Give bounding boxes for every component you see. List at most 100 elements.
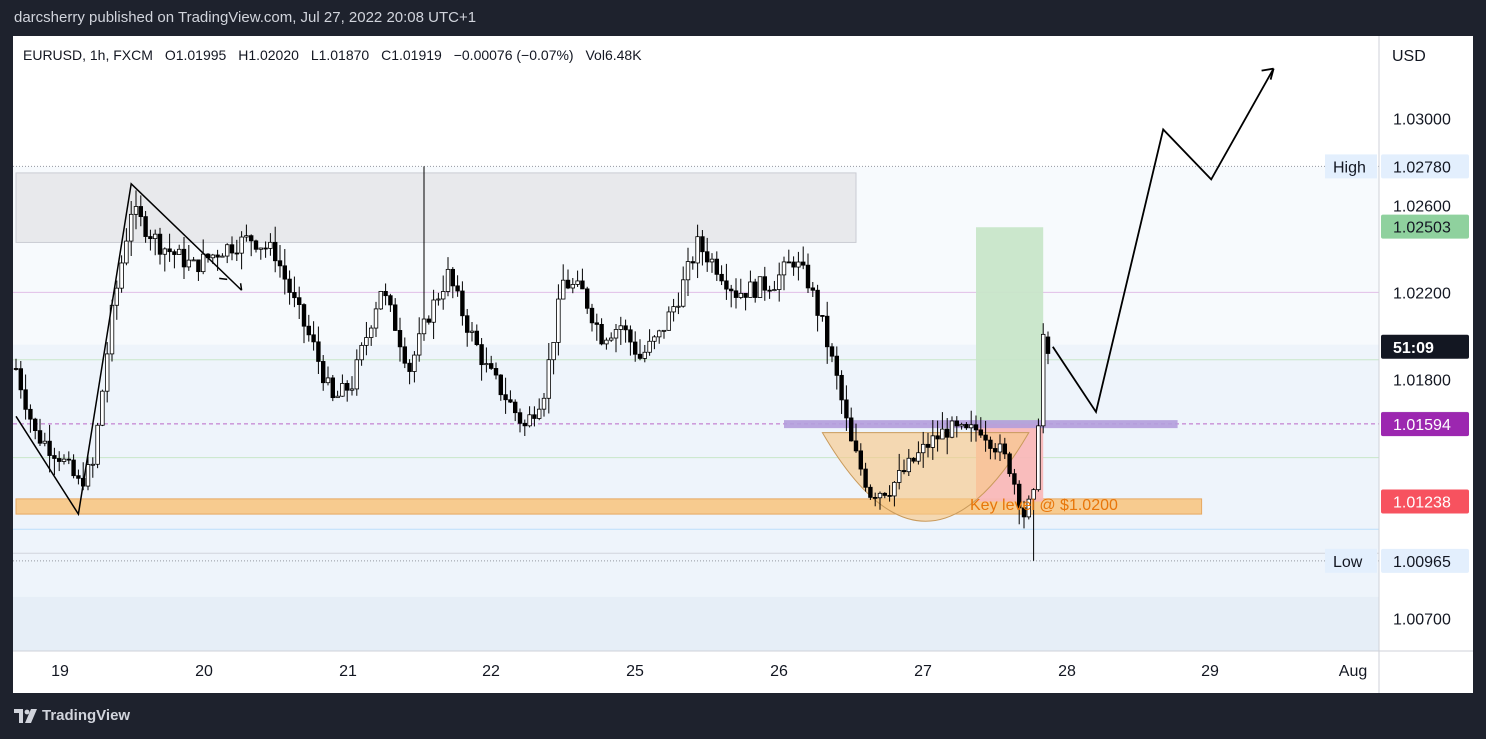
candle-body — [973, 424, 979, 431]
candle-body — [882, 492, 887, 496]
candle-body — [90, 463, 95, 466]
candle-body — [426, 318, 431, 323]
candle-body — [863, 468, 868, 488]
price-tag-value: 1.01238 — [1393, 494, 1451, 511]
candle-body — [887, 495, 892, 497]
candle-body — [71, 459, 76, 477]
candle-body — [921, 443, 926, 454]
candle-body — [949, 420, 955, 438]
candle-body — [613, 329, 619, 339]
price-tag: 1.00965 Low — [1325, 548, 1469, 573]
price-tick: 1.01800 — [1393, 372, 1451, 389]
candle-body — [66, 458, 71, 461]
target-zone — [976, 227, 1044, 424]
candle-body — [119, 262, 124, 289]
candle-body — [940, 428, 945, 440]
candle-body — [176, 248, 182, 255]
candle-body — [13, 368, 19, 370]
candle-body — [47, 440, 52, 456]
candle-body — [925, 443, 931, 448]
candle-body — [263, 247, 268, 250]
chart-frame[interactable]: EURUSD, 1h, FXCM O1.01995 H1.02020 L1.01… — [13, 36, 1473, 693]
candle-body — [493, 368, 499, 376]
candle-body — [37, 430, 43, 444]
price-tag-value: 1.02503 — [1393, 220, 1451, 237]
tradingview-brand[interactable]: TradingView — [14, 707, 130, 724]
candle-body — [791, 261, 796, 268]
candle-body — [676, 305, 681, 308]
candle-body — [561, 279, 566, 300]
candle-body — [191, 259, 196, 262]
candle-body — [657, 330, 662, 338]
candle-body — [897, 470, 902, 483]
candle-body — [105, 353, 110, 392]
time-tick: 21 — [339, 663, 357, 680]
candle-body — [565, 279, 571, 289]
candle-body — [325, 377, 331, 384]
candle-body — [402, 346, 407, 364]
candle-body — [738, 292, 743, 298]
candle-body — [719, 273, 724, 282]
time-tick: 22 — [482, 663, 500, 680]
candle-body — [258, 247, 263, 250]
time-tick: 20 — [195, 663, 213, 680]
candle-body — [570, 284, 575, 289]
candle-body — [825, 315, 830, 348]
candle-body — [100, 390, 105, 426]
candle-body — [661, 329, 667, 332]
candle-body — [873, 496, 878, 499]
time-tick: 19 — [51, 663, 69, 680]
key-level-annotation[interactable]: Key level @ $1.0200 — [970, 497, 1118, 514]
candle-body — [786, 261, 791, 264]
time-tick: 26 — [770, 663, 788, 680]
candle-body — [349, 388, 355, 391]
chart-canvas[interactable]: EURUSD, 1h, FXCM O1.01995 H1.02020 L1.01… — [13, 36, 1473, 693]
price-tag: 1.01594 — [1381, 412, 1469, 437]
candle-body — [498, 374, 503, 396]
candle-body — [1012, 473, 1017, 485]
candle-body — [124, 240, 129, 264]
candle-body — [700, 236, 705, 253]
candle-body — [647, 340, 652, 353]
legend-change: −0.00076 (−0.07%) — [454, 47, 574, 63]
candle-body — [392, 304, 398, 331]
candle-body — [714, 258, 719, 275]
candle-body — [685, 261, 691, 281]
time-tick: 27 — [914, 663, 932, 680]
candle-body — [849, 417, 854, 442]
candle-body — [935, 435, 940, 440]
publish-info-text: darcsherry published on TradingView.com,… — [14, 9, 477, 26]
candle-body — [527, 414, 532, 427]
candle-body — [844, 399, 849, 419]
candle-body — [911, 457, 916, 462]
footer-bar: TradingView — [0, 693, 1486, 739]
candle-body — [796, 261, 801, 268]
candle-body — [224, 244, 230, 257]
candle-body — [320, 361, 326, 384]
legend-close: C1.01919 — [381, 47, 442, 63]
candle-body — [157, 233, 163, 255]
price-tag-value: 1.02780 — [1393, 159, 1451, 176]
candle-body — [148, 236, 153, 240]
candle-body — [517, 412, 523, 424]
candle-body — [210, 254, 215, 259]
candle-body — [781, 261, 787, 276]
candle-body — [272, 241, 278, 262]
price-tag: 51:09 — [1381, 334, 1469, 359]
legend-volume: Vol6.48K — [585, 47, 642, 63]
publish-info-bar: darcsherry published on TradingView.com,… — [0, 0, 1486, 36]
price-tag-value: 1.00965 — [1393, 554, 1451, 571]
candle-body — [1045, 336, 1051, 354]
price-tick: 1.02200 — [1393, 285, 1451, 302]
candle-body — [129, 213, 134, 242]
candle-body — [23, 389, 28, 410]
candle-body — [407, 362, 412, 372]
candle-body — [431, 299, 436, 323]
candle-body — [695, 236, 700, 264]
candle-body — [330, 377, 335, 399]
candle-body — [340, 383, 345, 397]
price-tag-name: High — [1333, 159, 1366, 176]
candle-body — [801, 261, 806, 266]
candle-body — [551, 342, 556, 361]
candle-body — [585, 288, 590, 309]
